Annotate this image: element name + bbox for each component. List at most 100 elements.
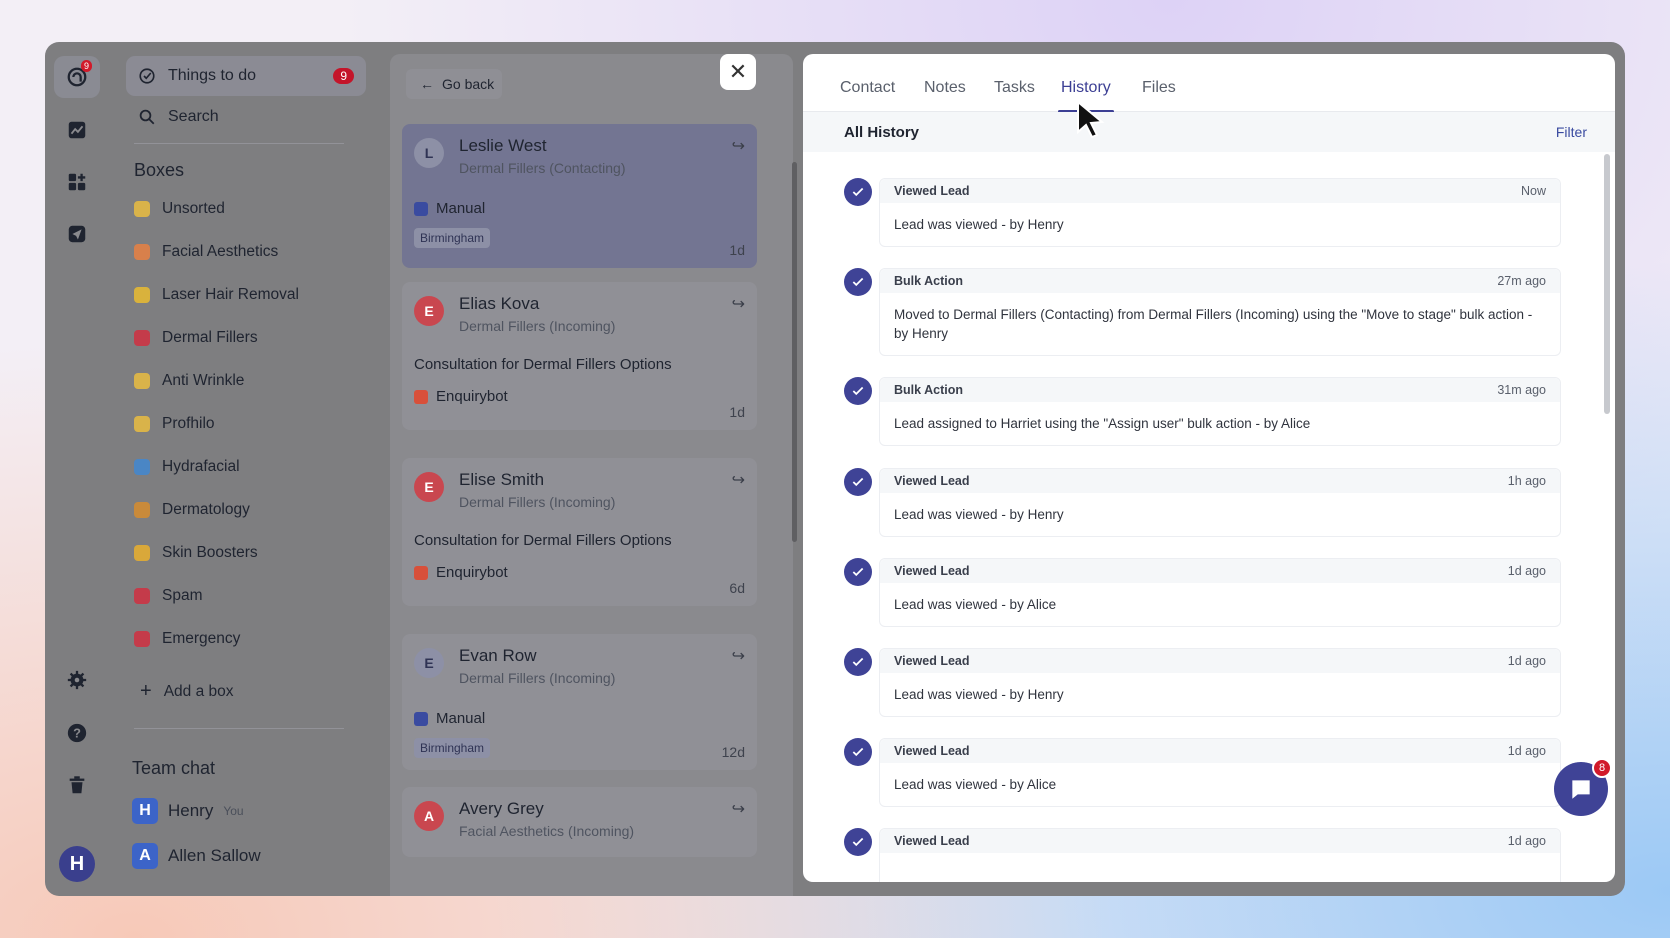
lead-card[interactable]: E Evan Row Dermal Fillers (Incoming) ↪ Manua… [402,634,757,770]
history-time: 27m ago [1497,274,1546,288]
icon-rail: 9 ? H [45,42,108,896]
box-label: Emergency [162,630,241,647]
lead-stage: Dermal Fillers (Incoming) [459,318,616,334]
leads-scrollbar[interactable] [792,162,797,542]
lead-name: Leslie West [459,136,547,155]
check-circle-icon [139,68,155,84]
history-card-header: Viewed Lead 1d ago [880,559,1560,583]
chart-icon [68,121,86,139]
box-item[interactable]: Facial Aesthetics [134,243,278,261]
leads-column: ← Go back L Leslie West Dermal Fillers (Co… [390,54,793,896]
dashboard-button[interactable] [54,161,100,203]
check-icon [844,268,872,296]
lead-source: Enquirybot [414,388,508,405]
you-tag: You [223,804,244,818]
chat-badge: 8 [1592,758,1612,778]
tab-contact[interactable]: Contact [840,79,895,97]
tab-files[interactable]: Files [1142,79,1176,97]
history-scrollbar[interactable] [1604,154,1610,414]
check-icon [844,468,872,496]
avatar: E [414,296,444,326]
tab-notes[interactable]: Notes [924,79,966,97]
settings-button[interactable] [54,659,100,701]
history-card-header: Viewed Lead 1d ago [880,829,1560,853]
chat-launcher-button[interactable]: 8 [1554,758,1612,816]
things-to-do-button[interactable]: Things to do 9 [126,56,366,96]
tab-tasks[interactable]: Tasks [994,79,1035,97]
analytics-button[interactable] [54,109,100,151]
go-back-button[interactable]: ← Go back [406,69,502,99]
history-card-header: Bulk Action 31m ago [880,378,1560,402]
source-label: Manual [436,710,486,727]
filter-button[interactable]: Filter [1556,124,1587,140]
search-button[interactable]: Search [138,108,219,126]
send-button[interactable] [54,213,100,255]
lead-name: Elise Smith [459,470,545,489]
history-list: Viewed Lead Now Lead was viewed - by Henry… [803,152,1615,882]
box-item[interactable]: Laser Hair Removal [134,286,299,304]
history-text: Lead was viewed - by Alice [894,777,1057,792]
box-emoji-icon [134,244,150,260]
history-text [880,853,1560,882]
lead-age: 1d [729,404,745,420]
team-member-name: Henry [168,801,214,820]
source-icon [414,565,428,580]
check-icon [844,377,872,405]
lead-name: Evan Row [459,646,537,665]
share-icon[interactable]: ↪ [732,470,745,490]
lead-card[interactable]: L Leslie West Dermal Fillers (Contacting) ↪… [402,124,757,268]
box-emoji-icon [134,631,150,647]
history-card-header: Bulk Action 27m ago [880,269,1560,293]
box-emoji-icon [134,287,150,303]
app-logo-button[interactable]: 9 [54,56,100,98]
box-item[interactable]: Unsorted [134,200,225,218]
lead-source: Manual [414,710,485,727]
help-button[interactable]: ? [54,712,100,754]
sidebar: Things to do 9 Search Boxes Unsorted Faci… [108,42,408,896]
history-type: Viewed Lead [894,834,970,848]
history-type: Viewed Lead [894,564,970,578]
box-item[interactable]: Dermal Fillers [134,329,258,347]
lead-age: 1d [729,242,745,258]
box-item[interactable]: Anti Wrinkle [134,372,244,390]
history-card-header: Viewed Lead 1h ago [880,469,1560,493]
source-icon [414,711,428,726]
history-card-header: Viewed Lead Now [880,179,1560,203]
history-card-header: Viewed Lead 1d ago [880,739,1560,763]
team-member-allen[interactable]: A Allen Sallow [132,843,261,869]
lead-card[interactable]: E Elise Smith Dermal Fillers (Incoming) ↪ Co… [402,458,757,606]
share-icon[interactable]: ↪ [732,294,745,314]
check-icon [844,558,872,586]
box-emoji-icon [134,201,150,217]
box-item[interactable]: Hydrafacial [134,458,240,476]
box-label: Unsorted [162,200,225,217]
share-icon[interactable]: ↪ [732,799,745,819]
tab-history[interactable]: History [1061,79,1111,97]
chat-icon [1572,780,1590,799]
history-text: Lead was viewed - by Henry [894,687,1064,702]
box-emoji-icon [134,502,150,518]
help-icon: ? [67,723,87,743]
lead-card[interactable]: E Elias Kova Dermal Fillers (Incoming) ↪ Con… [402,282,757,430]
lead-stage: Dermal Fillers (Incoming) [459,494,616,510]
user-avatar[interactable]: H [59,846,95,882]
box-item[interactable]: Dermatology [134,501,250,519]
box-item[interactable]: Spam [134,587,203,605]
box-item[interactable]: Emergency [134,630,240,648]
arrow-left-icon: ← [420,76,434,92]
trash-button[interactable] [54,764,100,806]
share-icon[interactable]: ↪ [732,136,745,156]
lead-card[interactable]: A Avery Grey Facial Aesthetics (Incoming) ↪ [402,787,757,857]
boxes-heading: Boxes [134,160,185,180]
box-item[interactable]: Skin Boosters [134,544,258,562]
close-panel-button[interactable]: ✕ [720,54,756,90]
add-box-button[interactable]: + Add a box [140,680,234,703]
plus-icon: + [140,680,152,702]
lead-name: Avery Grey [459,799,544,818]
team-member-henry[interactable]: H Henry You [132,798,244,824]
check-icon [844,738,872,766]
location-badge: Birmingham [414,228,491,248]
box-item[interactable]: Profhilo [134,415,215,433]
box-label: Profhilo [162,415,215,432]
share-icon[interactable]: ↪ [732,646,745,666]
